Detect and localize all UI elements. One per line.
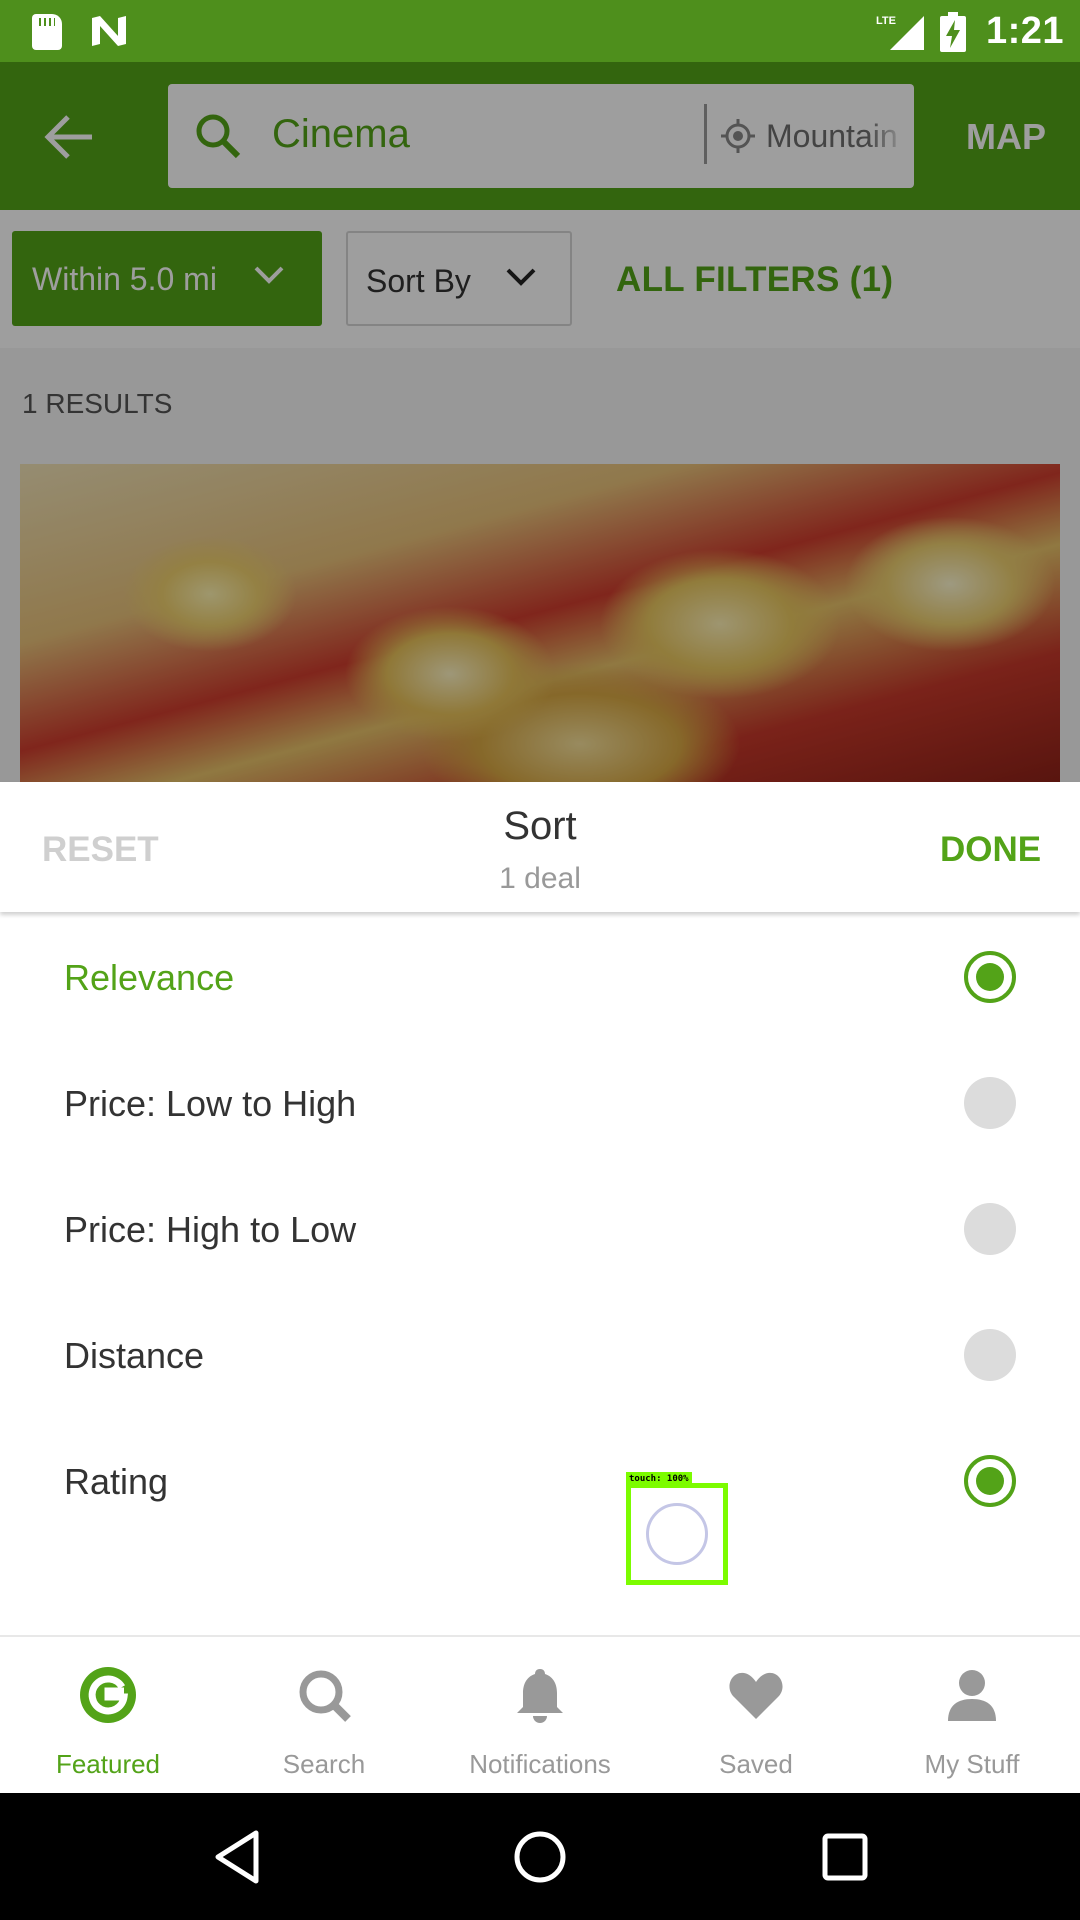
bell-icon (517, 1669, 563, 1723)
nav-label: Search (282, 1749, 366, 1779)
nav-notifications[interactable]: Notifications (432, 1637, 648, 1795)
nav-search[interactable]: Search (216, 1637, 432, 1795)
sort-option-rating[interactable]: Rating (0, 1419, 1080, 1545)
bottom-navigation: Featured Search Notifications Saved My S… (0, 1635, 1080, 1793)
done-button[interactable]: DONE (940, 830, 1041, 870)
radio-selected[interactable] (964, 1455, 1016, 1507)
radio-unselected[interactable] (964, 1329, 1016, 1381)
n-logo-icon (92, 16, 126, 46)
touch-point-icon (646, 1503, 708, 1565)
sort-options-list: Relevance Price: Low to High Price: High… (0, 915, 1080, 1635)
sort-option-label: Rating (64, 1461, 169, 1502)
sd-card-icon (32, 14, 62, 50)
sort-option-price-high-low[interactable]: Price: High to Low (0, 1167, 1080, 1293)
radio-unselected[interactable] (964, 1203, 1016, 1255)
nav-label: Featured (55, 1749, 161, 1779)
lte-signal-icon: LTE (876, 15, 924, 50)
sort-option-price-low-high[interactable]: Price: Low to High (0, 1041, 1080, 1167)
svg-text:LTE: LTE (876, 15, 896, 27)
sort-option-label: Relevance (64, 957, 235, 998)
status-bar: LTE 1:21 (0, 0, 1080, 62)
nav-label: Notifications (469, 1749, 611, 1779)
sort-option-distance[interactable]: Distance (0, 1293, 1080, 1419)
search-icon (299, 1670, 351, 1722)
system-navigation-bar (0, 1793, 1080, 1920)
sort-sheet-header: RESET Sort 1 deal DONE (0, 782, 1080, 912)
nav-featured[interactable]: Featured (0, 1637, 216, 1795)
nav-label: My Stuff (924, 1749, 1020, 1779)
nav-my-stuff[interactable]: My Stuff (864, 1637, 1080, 1795)
home-circle-icon[interactable] (512, 1829, 568, 1885)
back-triangle-icon[interactable] (212, 1829, 262, 1885)
battery-charging-icon (940, 12, 966, 52)
nav-saved[interactable]: Saved (648, 1637, 864, 1795)
touch-indicator (626, 1483, 728, 1585)
radio-selected[interactable] (964, 951, 1016, 1003)
person-icon (948, 1670, 996, 1721)
recents-square-icon[interactable] (820, 1829, 870, 1885)
sheet-title: Sort (503, 804, 577, 848)
sort-option-label: Price: Low to High (64, 1083, 357, 1124)
sort-option-relevance[interactable]: Relevance (0, 915, 1080, 1041)
heart-icon (729, 1672, 783, 1719)
status-time: 1:21 (986, 10, 1065, 52)
radio-unselected[interactable] (964, 1077, 1016, 1129)
nav-label: Saved (719, 1749, 793, 1779)
sort-option-label: Price: High to Low (64, 1209, 357, 1250)
sheet-subtitle: 1 deal (499, 862, 581, 895)
groupon-g-icon (80, 1667, 136, 1723)
modal-overlay[interactable] (0, 62, 1080, 782)
sort-option-label: Distance (64, 1335, 205, 1376)
